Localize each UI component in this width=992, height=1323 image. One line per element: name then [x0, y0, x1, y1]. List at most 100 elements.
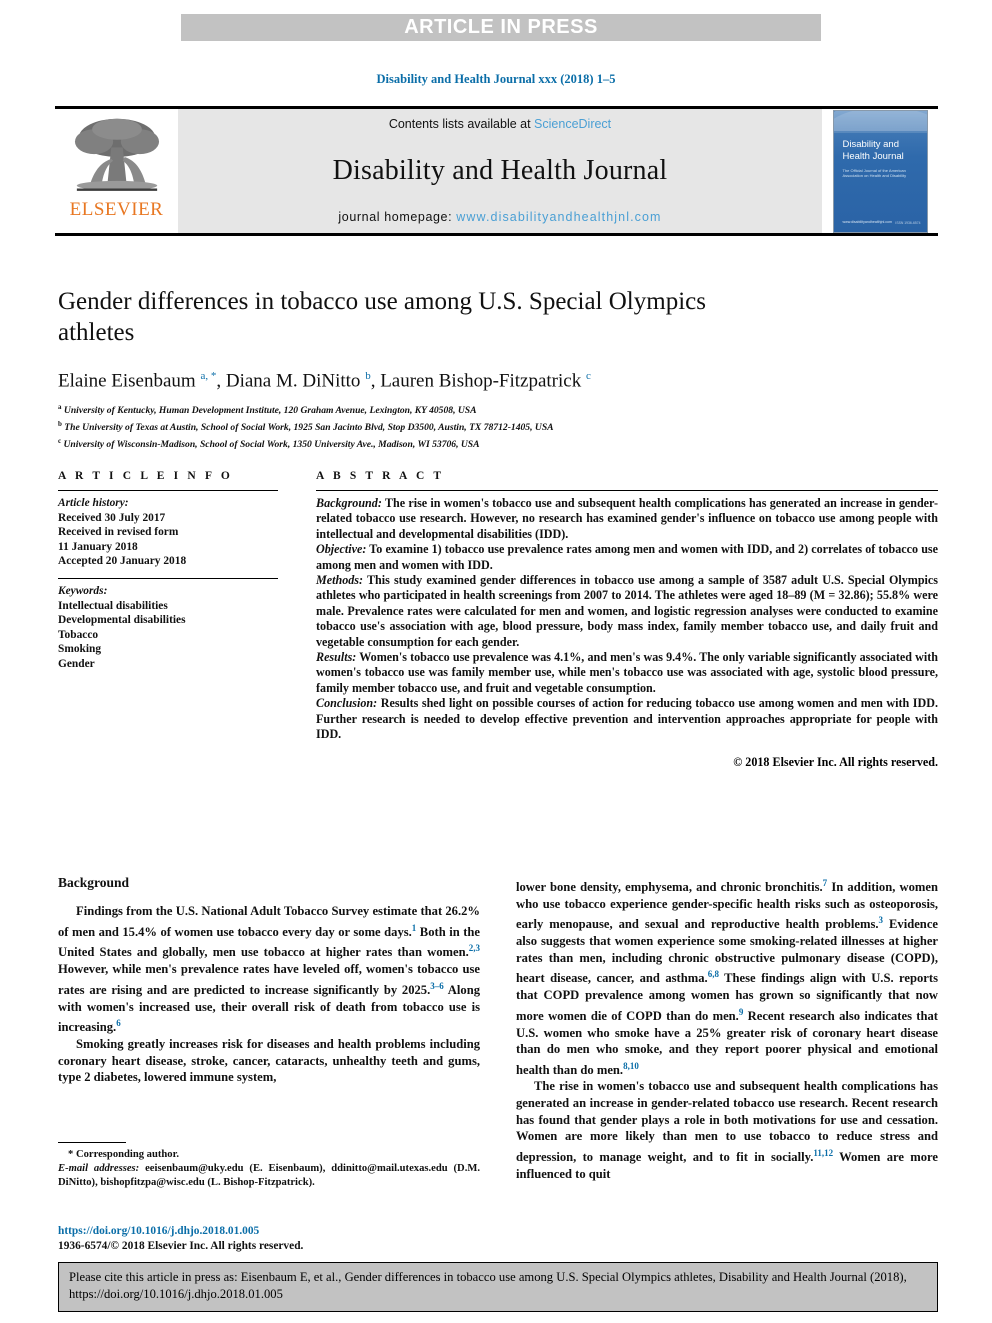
abstract-section: Methods: This study examined gender diff… [316, 573, 938, 649]
article-info-heading: A R T I C L E I N F O [58, 470, 233, 482]
keywords-label: Keywords: [58, 584, 108, 597]
email-addresses-note: E-mail addresses: eeisenbaum@uky.edu (E.… [58, 1163, 480, 1188]
abstract-column: A B S T R A C T Background: The rise in … [308, 470, 938, 770]
cover-wave-decoration-2 [833, 110, 927, 133]
email-link[interactable]: ddinitto@mail.utexas.edu [331, 1163, 447, 1174]
abstract-section: Results: Women's tobacco use prevalence … [316, 650, 938, 695]
contents-available-line: Contents lists available at ScienceDirec… [389, 117, 611, 131]
reference-marker[interactable]: 1 [412, 923, 417, 933]
abstract-copyright: © 2018 Elsevier Inc. All rights reserved… [733, 754, 938, 769]
article-history: Article history: Received 30 July 2017 Re… [58, 496, 278, 569]
keyword-item: Tobacco [58, 628, 99, 641]
affiliation-mark: a [58, 403, 62, 412]
article-history-line: Accepted 20 January 2018 [58, 555, 187, 568]
abstract-text: Background: The rise in women's tobacco … [316, 496, 938, 743]
article-history-label: Article history: [58, 497, 129, 509]
affiliation-line: a University of Kentucky, Human Developm… [58, 403, 477, 417]
elsevier-logo: ELSEVIER [55, 109, 178, 233]
article-history-line: Received in revised form [58, 526, 179, 539]
masthead-center: Contents lists available at ScienceDirec… [178, 109, 822, 233]
affiliation-mark: c [58, 436, 62, 445]
issn-copyright-line: 1936-6574/© 2018 Elsevier Inc. All right… [58, 1240, 304, 1252]
article-info-rule-mid [58, 577, 278, 579]
article-info-column: A R T I C L E I N F O Article history: R… [58, 470, 308, 770]
reference-marker[interactable]: 2,3 [469, 943, 480, 953]
article-page: ARTICLE IN PRESS Disability and Health J… [0, 0, 992, 1323]
body-columns: Background Findings from the U.S. Nation… [58, 875, 938, 1182]
reference-marker[interactable]: 9 [739, 1007, 744, 1017]
cover-title-line2: Health Journal [842, 150, 904, 162]
email-link[interactable]: eeisenbaum@uky.edu [145, 1163, 243, 1174]
title-block: Gender differences in tobacco use among … [58, 286, 938, 452]
abstract-rule-top [316, 490, 938, 491]
article-in-press-banner: ARTICLE IN PRESS [181, 14, 821, 41]
paper-title: Gender differences in tobacco use among … [58, 288, 706, 346]
reference-marker[interactable]: 6,8 [708, 969, 719, 979]
author-list: Elaine Eisenbaum a, *, Diana M. DiNitto … [58, 370, 591, 392]
author-name: Elaine Eisenbaum [58, 370, 201, 392]
abstract-section-label: Conclusion: [316, 696, 378, 711]
body-paragraph: lower bone density, emphysema, and chron… [516, 878, 938, 1077]
homepage-prefix: journal homepage: [338, 210, 457, 224]
footnote-block: * Corresponding author. E-mail addresses… [58, 1142, 480, 1190]
reference-marker[interactable]: 7 [823, 878, 828, 888]
author-affiliation-mark: c [585, 370, 591, 382]
abstract-section: Conclusion: Results shed light on possib… [316, 696, 938, 742]
journal-title: Disability and Health Journal [332, 154, 668, 186]
author-name: Diana M. DiNitto [225, 370, 366, 392]
article-info-rule-top [58, 490, 278, 491]
abstract-section-label: Results: [316, 650, 357, 665]
author-affiliation-mark: a, * [200, 370, 217, 382]
reference-marker[interactable]: 3 [879, 915, 884, 925]
affiliation-mark: b [58, 420, 62, 429]
abstract-heading: A B S T R A C T [316, 470, 445, 482]
sciencedirect-link[interactable]: ScienceDirect [534, 117, 611, 131]
affiliation-list: a University of Kentucky, Human Developm… [58, 401, 938, 451]
article-in-press-label: ARTICLE IN PRESS [404, 16, 598, 38]
abstract-section-label: Background: [316, 496, 382, 510]
info-and-abstract: A R T I C L E I N F O Article history: R… [58, 470, 938, 770]
reference-marker[interactable]: 3–6 [430, 981, 444, 991]
abstract-section: Objective: To examine 1) tobacco use pre… [316, 542, 938, 572]
article-history-line: Received 30 July 2017 [58, 511, 166, 524]
cover-title-line1: Disability and [842, 138, 900, 150]
author-affiliation-mark: b [365, 370, 371, 382]
cover-title: Disability and Health Journal [843, 139, 904, 163]
contents-prefix: Contents lists available at [388, 117, 535, 131]
section-heading-background: Background [58, 875, 130, 890]
body-column-right: lower bone density, emphysema, and chron… [516, 875, 938, 1182]
journal-homepage-line: journal homepage: www.disabilityandhealt… [338, 210, 661, 224]
affiliation-line: b The University of Texas at Austin, Sch… [58, 420, 554, 434]
doi-block: https://doi.org/10.1016/j.dhjo.2018.01.0… [58, 1224, 488, 1254]
body-paragraph: Smoking greatly increases risk for disea… [58, 1036, 480, 1085]
keyword-item: Smoking [58, 643, 102, 656]
email-link[interactable]: bishopfitzpa@wisc.edu [100, 1177, 204, 1188]
body-column-left: Background Findings from the U.S. Nation… [58, 875, 480, 1182]
reference-marker[interactable]: 11,12 [813, 1148, 833, 1158]
body-paragraph: The rise in women's tobacco use and subs… [516, 1079, 938, 1181]
journal-masthead: ELSEVIER Contents lists available at Sci… [55, 106, 938, 236]
reference-marker[interactable]: 6 [116, 1018, 121, 1028]
elsevier-wordmark: ELSEVIER [69, 199, 164, 220]
doi-link[interactable]: https://doi.org/10.1016/j.dhjo.2018.01.0… [58, 1224, 488, 1239]
email-addresses-label: E-mail addresses: [58, 1163, 146, 1174]
cover-subtitle: The Official Journal of the American Ass… [842, 167, 907, 178]
journal-cover-thumbnail: Disability and Health Journal The Offici… [822, 109, 938, 233]
abstract-section: Background: The rise in women's tobacco … [316, 496, 938, 541]
keyword-item: Gender [58, 657, 95, 670]
abstract-section-label: Objective: [316, 542, 367, 557]
journal-homepage-link[interactable]: www.disabilityandhealthjnl.com [456, 210, 661, 224]
reference-marker[interactable]: 8,10 [623, 1061, 639, 1071]
journal-reference-line: Disability and Health Journal xxx (2018)… [376, 72, 616, 86]
keyword-item: Intellectual disabilities [58, 599, 168, 612]
abstract-section-label: Methods: [316, 573, 364, 588]
keyword-item: Developmental disabilities [58, 614, 186, 627]
elsevier-tree-icon [74, 118, 159, 191]
citation-footer-text: Please cite this article in press as: Ei… [69, 1270, 907, 1301]
cover-footer-right: ISSN 1936-6574 [895, 220, 921, 225]
corresponding-author-note: * Corresponding author. [68, 1149, 179, 1160]
body-paragraph: Findings from the U.S. National Adult To… [58, 904, 480, 1035]
keywords-block: Keywords: Intellectual disabilities Devel… [58, 584, 278, 672]
affiliation-line: c University of Wisconsin-Madison, Schoo… [58, 436, 480, 451]
article-history-line: 11 January 2018 [58, 540, 138, 553]
